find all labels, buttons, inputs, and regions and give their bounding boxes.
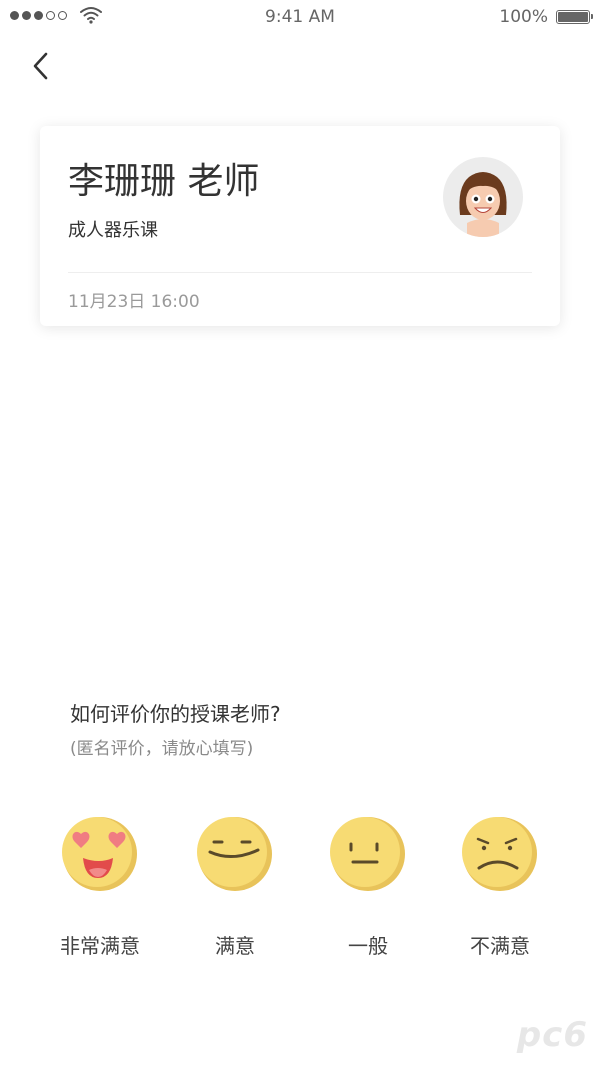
rating-question: 如何评价你的授课老师?	[70, 702, 281, 726]
rating-option-very-satisfied[interactable]: 非常满意	[40, 812, 160, 962]
heart-eyes-emoji-icon	[62, 817, 137, 891]
battery-percentage: 100%	[499, 7, 548, 27]
rating-label: 满意	[215, 934, 255, 958]
course-name: 成人器乐课	[68, 220, 158, 241]
teacher-avatar-icon	[443, 157, 523, 237]
rating-option-dissatisfied[interactable]: 不满意	[440, 812, 560, 962]
battery-icon	[556, 10, 593, 24]
status-bar: 9:41 AM 100%	[0, 0, 600, 34]
teacher-name: 李珊珊 老师	[68, 161, 260, 202]
rating-hint: (匿名评价，请放心填写)	[70, 739, 254, 759]
rating-label: 非常满意	[60, 934, 140, 958]
chevron-left-icon	[33, 52, 48, 80]
smile-emoji-icon	[197, 817, 272, 891]
lesson-datetime: 11月23日 16:00	[68, 292, 200, 312]
card-divider	[68, 272, 532, 273]
back-button[interactable]	[22, 46, 62, 86]
frown-emoji-icon	[462, 817, 537, 891]
watermark-logo: pc6	[516, 1015, 588, 1055]
rating-label: 一般	[348, 934, 388, 958]
rating-option-satisfied[interactable]: 满意	[175, 812, 295, 962]
rating-label: 不满意	[470, 934, 530, 958]
rating-option-neutral[interactable]: 一般	[308, 812, 428, 962]
neutral-emoji-icon	[330, 817, 405, 891]
teacher-card: 李珊珊 老师 成人器乐课 11月23日 16:00	[40, 126, 560, 326]
